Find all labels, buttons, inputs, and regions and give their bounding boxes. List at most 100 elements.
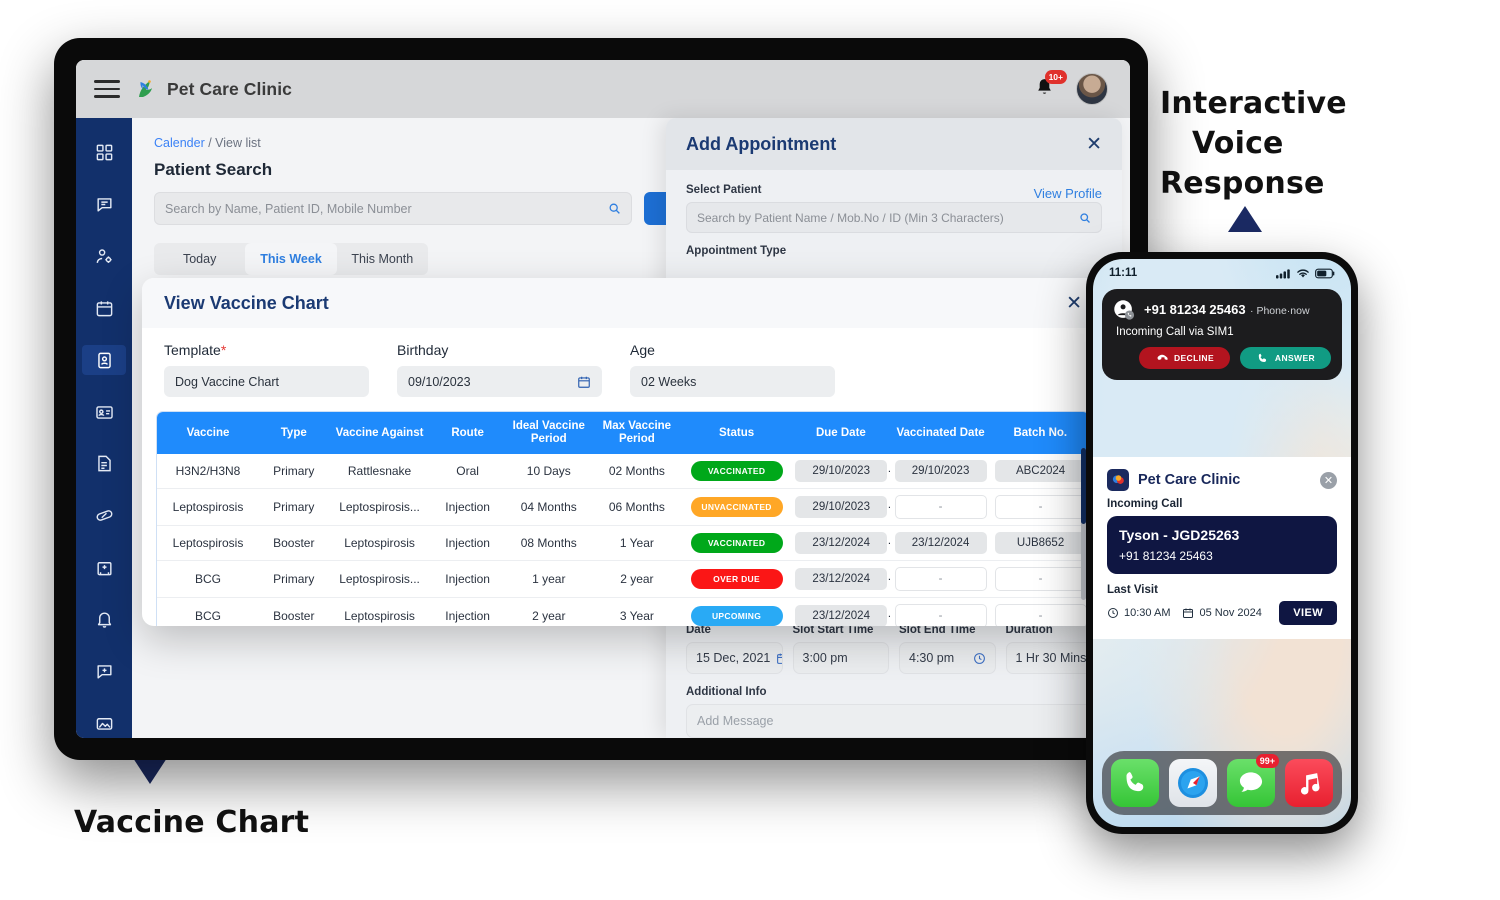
close-icon[interactable]: ✕ <box>1320 471 1337 489</box>
max-period-cell: 06 Months <box>592 488 681 527</box>
last-visit-row: 10:30 AM 05 Nov 2024 VIEW <box>1107 601 1337 625</box>
vaccine-cell: BCG <box>157 597 259 626</box>
cellular-signal-icon <box>1276 268 1290 278</box>
patient-search-placeholder: Search by Name, Patient ID, Mobile Numbe… <box>165 201 412 216</box>
answer-call-button[interactable]: ANSWER <box>1240 347 1331 369</box>
view-profile-link[interactable]: View Profile <box>1034 186 1102 201</box>
vaccinated-date-cell[interactable]: - <box>889 597 992 626</box>
due-date-cell-value: 29/10/2023 <box>795 496 888 519</box>
sidebar-item-calendar[interactable] <box>82 293 126 323</box>
sidebar-item-gallery[interactable] <box>82 708 126 738</box>
tab-this-week[interactable]: This Week <box>245 243 337 275</box>
sidebar-item-pharmacy[interactable] <box>82 501 126 531</box>
table-row[interactable]: Leptospirosis Booster Leptospirosis Injecti… <box>157 525 1089 562</box>
wifi-icon <box>1297 269 1309 277</box>
breadcrumb-link-calender[interactable]: Calender <box>154 136 205 150</box>
table-row[interactable]: H3N2/H3N8 Primary Rattlesnake Oral 10 Days 02… <box>157 454 1089 490</box>
vaccine-table: Vaccine Type Vaccine Against Route Ideal… <box>157 412 1089 626</box>
vaccine-modal-form: Template* Dog Vaccine Chart Birthday 09/… <box>142 328 1104 407</box>
patient-phone: +91 81234 25463 <box>1119 549 1213 563</box>
patient-select-input[interactable]: Search by Patient Name / Mob.No / ID (Mi… <box>686 202 1102 233</box>
due-date-cell[interactable]: 29/10/2023 <box>792 454 890 490</box>
vaccine-against-cell: Leptospirosis <box>328 597 431 626</box>
annotation-ivr-line1: Interactive <box>1160 86 1347 121</box>
batch-no-cell[interactable]: UJB8652 <box>991 525 1089 562</box>
vaccinated-date-cell[interactable]: 29/10/2023 <box>889 454 992 490</box>
batch-no-cell[interactable]: ABC2024 <box>991 454 1089 490</box>
due-date-cell[interactable]: 23/12/2024 <box>792 560 890 599</box>
due-date-cell[interactable]: 29/10/2023 <box>792 488 890 527</box>
caller-number: +91 81234 25463 <box>1144 302 1246 317</box>
vaccinated-date-cell-value: 23/12/2024 <box>894 532 987 555</box>
date-input[interactable]: 15 Dec, 2021 <box>686 642 783 674</box>
close-icon[interactable]: ✕ <box>1086 135 1102 154</box>
dock-music-app[interactable] <box>1285 759 1333 807</box>
close-icon[interactable]: ✕ <box>1066 294 1082 313</box>
vaccinated-date-cell[interactable]: 23/12/2024 <box>889 525 992 562</box>
birthday-field: Birthday 09/10/2023 <box>397 342 602 397</box>
tab-today[interactable]: Today <box>154 243 245 275</box>
calendar-icon <box>776 652 782 665</box>
table-row[interactable]: BCG Booster Leptospirosis Injection 2 year 3 … <box>157 597 1089 626</box>
phone-frame: 11:11 +91 81234 25463 · Phone·now Incomi… <box>1086 252 1358 834</box>
sidebar-item-patients[interactable] <box>82 345 126 376</box>
calendar-icon <box>96 301 112 317</box>
dock-messages-app[interactable]: 99+ <box>1227 754 1279 807</box>
table-row[interactable]: Leptospirosis Primary Leptospirosis... Inje… <box>157 488 1089 527</box>
calendar-icon[interactable] <box>577 375 591 389</box>
due-date-cell[interactable]: 23/12/2024 <box>792 597 890 626</box>
due-date-cell-value: 23/12/2024 <box>795 605 888 626</box>
sidebar-item-messages[interactable] <box>82 190 126 220</box>
date-value: 15 Dec, 2021 <box>696 651 771 665</box>
vaccine-table-wrap: Vaccine Type Vaccine Against Route Ideal… <box>156 411 1090 626</box>
col-max-vaccine-period: Max Vaccine Period <box>592 412 681 455</box>
pill-icon <box>96 510 112 522</box>
type-cell: Booster <box>259 525 329 562</box>
template-input[interactable]: Dog Vaccine Chart <box>164 366 369 397</box>
max-period-cell: 3 Year <box>592 597 681 626</box>
vaccinated-date-cell[interactable]: - <box>889 488 992 527</box>
col-route: Route <box>430 412 505 455</box>
dock-phone-app[interactable] <box>1111 759 1159 807</box>
batch-no-cell[interactable]: - <box>991 488 1089 527</box>
sidebar-item-new-message[interactable] <box>82 656 126 686</box>
sidebar-item-records[interactable] <box>82 397 126 427</box>
call-meta: · Phone·now <box>1250 305 1310 317</box>
message-plus-icon <box>96 664 112 679</box>
select-patient-label: Select Patient <box>686 184 762 196</box>
dock-safari-app[interactable] <box>1169 759 1217 807</box>
vaccinated-date-cell[interactable]: - <box>889 560 992 599</box>
batch-no-cell[interactable]: - <box>991 560 1089 599</box>
col-type: Type <box>259 412 329 455</box>
tab-this-month[interactable]: This Month <box>337 243 428 275</box>
patient-select-placeholder: Search by Patient Name / Mob.No / ID (Mi… <box>697 210 1004 225</box>
vaccine-against-cell: Leptospirosis... <box>328 488 431 527</box>
patient-search-input[interactable]: Search by Name, Patient ID, Mobile Numbe… <box>154 192 632 225</box>
sidebar-item-dashboard[interactable] <box>82 138 126 168</box>
sidebar-item-reports[interactable] <box>82 449 126 479</box>
birthday-input[interactable]: 09/10/2023 <box>397 366 602 397</box>
batch-no-cell-value: ABC2024 <box>994 460 1087 483</box>
additional-info-placeholder: Add Message <box>697 714 774 728</box>
annotation-ivr-line3: Response <box>1160 166 1325 201</box>
avatar[interactable] <box>1076 73 1108 105</box>
menu-toggle-icon[interactable] <box>94 80 120 98</box>
due-date-cell[interactable]: 23/12/2024 <box>792 525 890 562</box>
appointment-type-label: Appointment Type <box>686 245 787 257</box>
additional-info-input[interactable]: Add Message <box>686 704 1102 738</box>
add-appointment-title: Add Appointment <box>686 133 837 154</box>
view-button[interactable]: VIEW <box>1279 601 1337 625</box>
sidebar-item-alerts[interactable] <box>82 604 126 634</box>
vaccine-modal-header: View Vaccine Chart ✕ <box>142 278 1104 328</box>
ideal-period-cell: 10 Days <box>504 454 593 490</box>
notifications-button[interactable]: 10+ <box>1034 70 1067 102</box>
table-row[interactable]: BCG Primary Leptospirosis... Injection 1 yea… <box>157 560 1089 599</box>
batch-no-cell[interactable]: - <box>991 597 1089 626</box>
slot-end-input[interactable]: 4:30 pm <box>899 642 996 674</box>
sidebar-item-staff[interactable] <box>82 242 126 272</box>
vaccine-cell: Leptospirosis <box>157 488 259 527</box>
slot-start-input[interactable]: 3:00 pm <box>792 642 889 674</box>
sidebar-item-hospital[interactable] <box>82 553 126 583</box>
add-appointment-header: Add Appointment ✕ <box>666 118 1122 170</box>
decline-call-button[interactable]: DECLINE <box>1139 347 1230 369</box>
